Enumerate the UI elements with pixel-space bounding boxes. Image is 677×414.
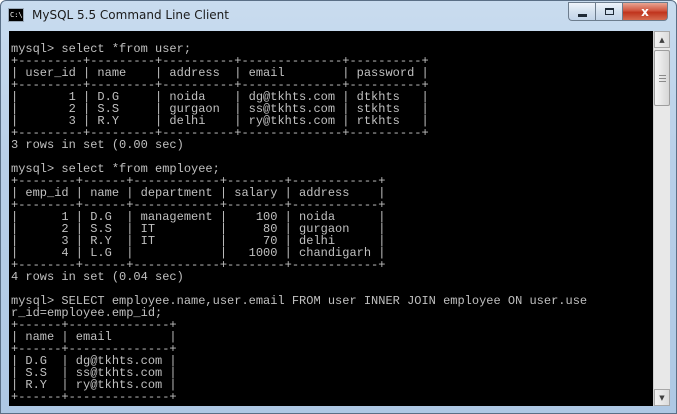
console-line: +------+--------------+ bbox=[11, 390, 177, 404]
maximize-button[interactable] bbox=[595, 2, 622, 21]
console-app-icon[interactable]: C:\ bbox=[8, 8, 24, 22]
grip-line bbox=[659, 81, 666, 82]
arrow-down-icon: ▼ bbox=[659, 393, 665, 402]
window-title: MySQL 5.5 Command Line Client bbox=[32, 8, 229, 22]
close-button[interactable]: x bbox=[622, 2, 668, 21]
maximize-icon bbox=[604, 8, 614, 15]
console-text: mysql> select *from user; +---------+----… bbox=[9, 31, 653, 403]
scrollbar-thumb[interactable] bbox=[654, 50, 670, 106]
console-line: 3 rows in set (0.00 sec) bbox=[11, 138, 184, 152]
grip-line bbox=[659, 75, 666, 76]
console-output[interactable]: mysql> select *from user; +---------+----… bbox=[9, 31, 653, 406]
scroll-down-button[interactable]: ▼ bbox=[654, 389, 670, 406]
close-icon: x bbox=[641, 4, 649, 19]
console-line: 4 rows in set (0.04 sec) bbox=[11, 270, 184, 284]
title-bar[interactable]: C:\ MySQL 5.5 Command Line Client x bbox=[1, 1, 676, 31]
grip-line bbox=[659, 78, 666, 79]
arrow-up-icon: ▲ bbox=[659, 35, 665, 44]
scroll-up-button[interactable]: ▲ bbox=[654, 31, 670, 48]
minimize-button[interactable] bbox=[568, 2, 595, 21]
minimize-icon bbox=[577, 14, 587, 17]
console-window: C:\ MySQL 5.5 Command Line Client x mysq… bbox=[0, 0, 677, 414]
vertical-scrollbar[interactable]: ▲ ▼ bbox=[653, 31, 670, 406]
